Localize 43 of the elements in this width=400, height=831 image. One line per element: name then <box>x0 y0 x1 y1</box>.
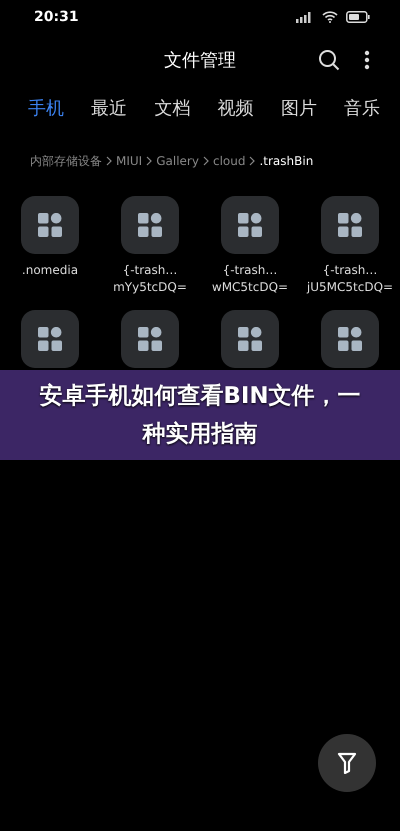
file-name: {-trash… mYy5tcDQ= <box>113 262 187 296</box>
tab[interactable]: 手机 <box>28 94 64 122</box>
tab[interactable]: 音乐 <box>344 94 380 122</box>
tab[interactable]: 最近 <box>91 94 128 122</box>
file-tile[interactable] <box>321 310 379 368</box>
file-tile[interactable] <box>221 196 279 254</box>
breadcrumb-item[interactable]: Gallery <box>156 152 199 170</box>
apps-grid-icon <box>38 213 62 237</box>
tab[interactable]: 视频 <box>218 94 254 122</box>
wifi-icon <box>322 11 338 23</box>
banner-title: 安卓手机如何查看BIN文件，一种实用指南 <box>38 382 362 449</box>
tab[interactable]: 图片 <box>280 94 317 122</box>
apps-grid-icon <box>138 213 162 237</box>
breadcrumb-item[interactable]: cloud <box>212 152 246 170</box>
apps-grid-icon <box>338 213 362 237</box>
file-tile[interactable] <box>21 196 79 254</box>
apps-grid-icon <box>138 327 162 351</box>
app-title: 文件管理 <box>164 48 236 72</box>
file-name: .nomedia <box>22 262 78 279</box>
breadcrumb-item[interactable]: .trashBin <box>259 152 314 170</box>
breadcrumb-item[interactable]: MIUI <box>116 152 142 170</box>
apps-grid-icon <box>238 213 262 237</box>
file-tile[interactable] <box>21 310 79 368</box>
chevron-icon <box>106 156 112 166</box>
file-tile[interactable] <box>121 196 179 254</box>
apps-grid-icon <box>38 327 62 351</box>
apps-grid-icon <box>238 327 262 351</box>
file-name: {-trash… jU5MC5tcDQ= <box>306 262 394 296</box>
more-icon[interactable] <box>364 50 370 70</box>
battery-icon <box>346 11 370 23</box>
chevron-icon <box>146 156 152 166</box>
breadcrumb-item[interactable]: 内部存储设备 <box>30 152 102 170</box>
tab[interactable]: 文档 <box>154 94 190 122</box>
apps-grid-icon <box>338 327 362 351</box>
file-tile[interactable] <box>321 196 379 254</box>
chevron-icon <box>202 156 209 166</box>
chevron-icon <box>249 156 256 166</box>
filter-icon <box>337 752 357 774</box>
status-time: 20:31 <box>34 8 79 26</box>
file-name: {-trash… wMC5tcDQ= <box>212 262 288 296</box>
file-tile[interactable] <box>221 310 279 368</box>
search-icon[interactable] <box>318 49 340 71</box>
file-tile[interactable] <box>121 310 179 368</box>
